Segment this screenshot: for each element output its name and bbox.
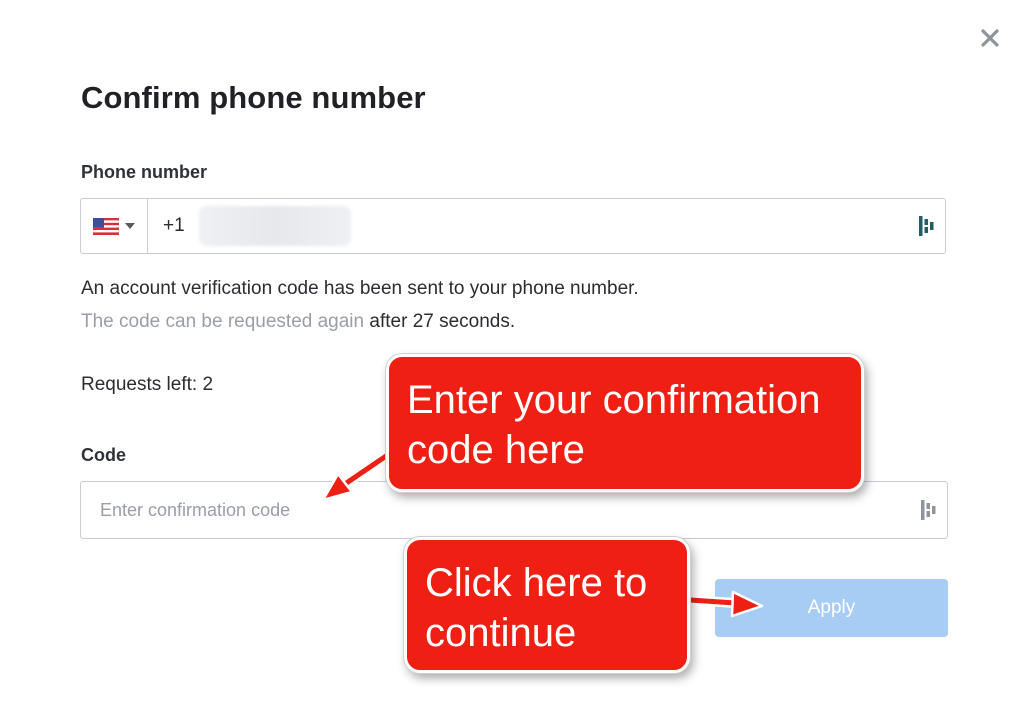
confirm-phone-modal: Confirm phone number Phone number +1 An …	[0, 0, 1024, 715]
phone-number-label: Phone number	[81, 162, 208, 182]
chevron-down-icon	[125, 223, 135, 229]
callout-line: Click here to	[425, 561, 648, 605]
modal-title: Confirm phone number	[81, 80, 426, 115]
annotation-callout-click-apply: Click here to continue	[404, 537, 690, 673]
close-icon	[981, 29, 999, 47]
password-manager-icon[interactable]	[917, 214, 937, 238]
country-code-dropdown[interactable]	[81, 199, 148, 253]
password-manager-icon[interactable]	[919, 498, 939, 522]
callout-line: continue	[425, 611, 577, 655]
callout-line: code here	[407, 428, 585, 472]
resend-countdown: The code can be requested again after 27…	[81, 311, 515, 333]
requests-left: Requests left: 2	[81, 374, 214, 395]
resend-prefix: The code can be requested again	[81, 311, 365, 332]
code-label: Code	[81, 445, 126, 465]
phone-number-field[interactable]: +1	[80, 198, 946, 254]
annotation-callout-enter-code: Enter your confirmation code here	[386, 354, 864, 492]
us-flag-icon	[93, 217, 119, 235]
phone-number-value-redacted[interactable]	[198, 206, 351, 246]
callout-line: Enter your confirmation	[407, 378, 821, 422]
dial-code: +1	[163, 215, 185, 236]
close-button[interactable]	[974, 22, 1006, 54]
code-sent-message: An account verification code has been se…	[81, 278, 639, 299]
apply-button[interactable]: Apply	[715, 579, 948, 637]
resend-timer: after 27 seconds.	[369, 311, 516, 332]
